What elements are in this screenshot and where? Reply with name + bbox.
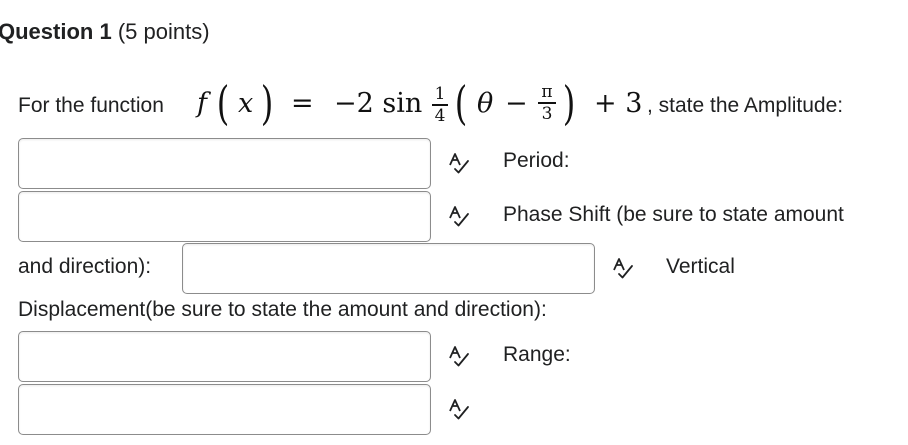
spell-check-icon[interactable] bbox=[447, 151, 471, 175]
equation-coefficient: −2 sin bbox=[334, 88, 423, 119]
question-points: (5 points) bbox=[117, 19, 210, 44]
equation-x: x bbox=[238, 88, 254, 119]
period-input[interactable] bbox=[18, 191, 431, 242]
question-title: Question 1 (5 points) bbox=[0, 18, 210, 46]
equation-close-paren-2: ) bbox=[562, 76, 576, 130]
fraction-2-denominator: 3 bbox=[541, 103, 553, 124]
equation-theta: θ bbox=[477, 88, 494, 119]
equation-f: f bbox=[197, 88, 207, 119]
amplitude-input[interactable] bbox=[18, 138, 431, 189]
spell-check-icon[interactable] bbox=[611, 256, 635, 280]
range-label: Range: bbox=[503, 343, 571, 366]
period-label: Period: bbox=[503, 149, 570, 172]
spell-check-icon[interactable] bbox=[447, 204, 471, 228]
phase-shift-label-continued: and direction): bbox=[18, 255, 152, 278]
prompt-intro: For the function bbox=[18, 94, 164, 117]
equation-close-paren: ) bbox=[260, 76, 274, 130]
phase-shift-input[interactable] bbox=[182, 243, 595, 294]
prompt-amplitude-label: , state the Amplitude: bbox=[647, 94, 844, 117]
question-label: Question 1 bbox=[0, 19, 112, 44]
vertical-displacement-label: Vertical bbox=[666, 255, 735, 278]
equation-equals: = bbox=[291, 88, 314, 119]
fraction-1-numerator: 1 bbox=[434, 84, 446, 104]
equation-open-paren: ( bbox=[216, 76, 230, 130]
spell-check-icon[interactable] bbox=[447, 397, 471, 421]
vertical-displacement-input[interactable] bbox=[18, 331, 431, 382]
equation-fraction-1: 1 4 bbox=[432, 85, 448, 125]
range-input[interactable] bbox=[18, 384, 431, 435]
spell-check-icon[interactable] bbox=[447, 344, 471, 368]
equation-minus: − bbox=[505, 88, 528, 119]
equation-fraction-2: π 3 bbox=[538, 83, 556, 123]
fraction-1-denominator: 4 bbox=[434, 105, 446, 126]
phase-shift-label: Phase Shift (be sure to state amount bbox=[503, 203, 844, 226]
equation-plus-three: + 3 bbox=[594, 88, 643, 119]
vertical-displacement-label-continued: Displacement(be sure to state the amount… bbox=[18, 298, 547, 321]
fraction-2-numerator: π bbox=[541, 82, 553, 102]
equation-open-paren-2: ( bbox=[454, 76, 468, 130]
